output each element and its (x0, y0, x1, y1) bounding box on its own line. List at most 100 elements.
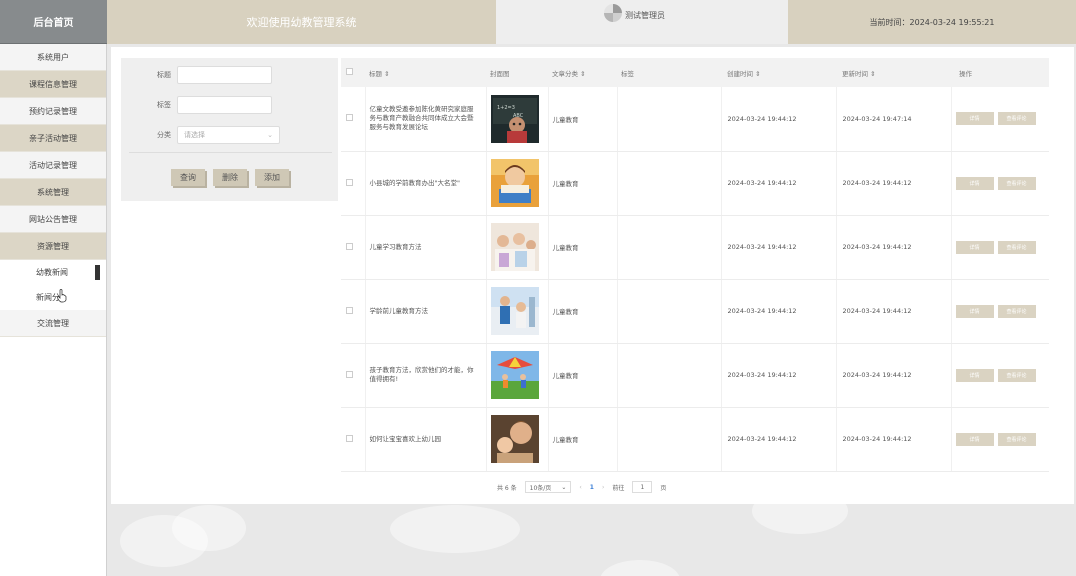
sidebar-subitem-news[interactable]: 幼教新闻 (0, 260, 106, 285)
current-time-text: 当前时间：2024-03-24 19:55:21 (869, 17, 995, 27)
row-title: 儿童学习教育方法 (365, 215, 487, 280)
user-info[interactable]: 测试管理员 (496, 0, 788, 44)
filter-tag-label: 标签 (157, 101, 171, 109)
sidebar-item-label: 系统用户 (37, 52, 69, 62)
view-comments-button[interactable]: 查看评论 (997, 240, 1036, 254)
top-bar: 后台首页 欢迎使用幼教管理系统 测试管理员 当前时间：2024-03-24 19… (0, 0, 1076, 44)
table-row: 如何让宝宝喜欢上幼儿园 儿童教育 2024-03-24 19:44:12 202… (341, 407, 1049, 472)
view-comments-button[interactable]: 查看评论 (997, 368, 1036, 382)
cover-image[interactable] (490, 159, 539, 207)
row-updated: 2024-03-24 19:44:12 (836, 151, 952, 216)
row-created: 2024-03-24 19:44:12 (721, 215, 837, 280)
page-size-select[interactable]: 10条/页 ⌄ (524, 481, 572, 493)
detail-button[interactable]: 详情 (955, 112, 994, 126)
avatar (604, 4, 622, 22)
sidebar-item-label: 亲子活动管理 (29, 133, 77, 143)
sidebar-item-label: 资源管理 (37, 241, 69, 251)
sidebar-item-communication[interactable]: 交流管理 (0, 310, 106, 337)
cover-image[interactable]: 1+2=3 ABC (490, 94, 539, 143)
sidebar-item-label: 活动记录管理 (29, 160, 77, 170)
row-created: 2024-03-24 19:44:12 (721, 407, 837, 472)
row-title: 孩子教育方法，欣赏他们的才能，你值得拥有! (365, 343, 487, 408)
sidebar-item-label: 交流管理 (37, 318, 69, 328)
delete-button[interactable]: 删除 (213, 169, 247, 186)
table-header-row: 标题 ⇕ 封面图 文章分类 ⇕ 标签 创建时间 ⇕ 更新时间 ⇕ 操作 (341, 58, 1049, 87)
category-select[interactable]: 请选择 ⌄ (177, 126, 280, 144)
add-button[interactable]: 添加 (255, 169, 289, 186)
header-tags: 标签 (617, 58, 721, 87)
page-number-current[interactable]: 1 (590, 484, 594, 491)
row-checkbox[interactable] (346, 242, 353, 250)
row-category: 儿童教育 (548, 87, 618, 152)
sidebar-item-family-activities[interactable]: 亲子活动管理 (0, 125, 106, 152)
row-tags (617, 407, 722, 472)
sidebar-item-activity-records[interactable]: 活动记录管理 (0, 152, 106, 179)
cover-image[interactable] (490, 415, 539, 463)
header-category[interactable]: 文章分类 ⇕ (548, 58, 617, 87)
row-title: 学龄前儿童教育方法 (365, 279, 487, 344)
prev-page-button[interactable]: ‹ (579, 484, 581, 491)
sidebar-item-announcements[interactable]: 网站公告管理 (0, 206, 106, 233)
title-input[interactable] (177, 66, 272, 84)
sidebar: 系统用户 课程信息管理 预约记录管理 亲子活动管理 活动记录管理 系统管理 网站… (0, 44, 107, 576)
page-unit-label: 页 (660, 484, 667, 492)
row-tags (617, 279, 722, 344)
sidebar-item-system-users[interactable]: 系统用户 (0, 44, 106, 71)
page-size-value: 10条/页 (529, 484, 552, 492)
sidebar-subitem-news-category[interactable]: 新闻分 (0, 285, 106, 310)
content-card: 标题 标签 分类 请选择 ⌄ 查询 删除 添加 标题 ⇕ 封面图 文章分类 ⇕ … (111, 47, 1074, 504)
table-row: 学龄前儿童教育方法 儿童教育 2024-03-24 19:44:12 2024-… (341, 279, 1049, 344)
cover-image[interactable] (490, 287, 539, 335)
welcome-text: 欢迎使用幼教管理系统 (246, 16, 357, 29)
chevron-down-icon: ⌄ (561, 483, 567, 491)
row-checkbox[interactable] (346, 306, 353, 314)
row-checkbox[interactable] (346, 370, 353, 378)
row-created: 2024-03-24 19:44:12 (721, 343, 837, 408)
view-comments-button[interactable]: 查看评论 (997, 112, 1036, 126)
filter-category-row: 分类 请选择 ⌄ (121, 125, 280, 145)
detail-button[interactable]: 详情 (955, 176, 994, 190)
home-button-label: 后台首页 (33, 18, 74, 29)
row-checkbox[interactable] (346, 434, 353, 442)
cover-image[interactable] (490, 351, 539, 399)
welcome-banner: 欢迎使用幼教管理系统 (107, 0, 496, 44)
header-title[interactable]: 标题 ⇕ (365, 58, 486, 87)
detail-button[interactable]: 详情 (955, 432, 994, 446)
sidebar-menu: 系统用户 课程信息管理 预约记录管理 亲子活动管理 活动记录管理 系统管理 网站… (0, 44, 106, 337)
header-updated[interactable]: 更新时间 ⇕ (836, 58, 951, 87)
view-comments-button[interactable]: 查看评论 (997, 304, 1036, 318)
detail-button[interactable]: 详情 (955, 240, 994, 254)
filter-category-label: 分类 (157, 131, 171, 139)
sidebar-item-label: 网站公告管理 (29, 214, 77, 224)
row-tags (617, 215, 722, 280)
row-checkbox[interactable] (346, 178, 353, 186)
detail-button[interactable]: 详情 (955, 304, 994, 318)
row-checkbox[interactable] (346, 114, 353, 122)
cover-image[interactable] (490, 223, 539, 271)
row-category: 儿童教育 (548, 279, 618, 344)
goto-label: 前往 (612, 484, 625, 492)
sidebar-item-course-info[interactable]: 课程信息管理 (0, 71, 106, 98)
row-updated: 2024-03-24 19:44:12 (836, 215, 952, 280)
view-comments-button[interactable]: 查看评论 (997, 176, 1036, 190)
detail-button[interactable]: 详情 (955, 368, 994, 382)
row-updated: 2024-03-24 19:44:12 (836, 407, 952, 472)
filter-title-row: 标题 (121, 65, 272, 85)
row-tags (617, 87, 722, 152)
search-button[interactable]: 查询 (171, 169, 205, 186)
hand-cursor-icon (57, 289, 67, 303)
pagination-total: 共 6 条 (497, 484, 517, 492)
next-page-button[interactable]: › (602, 484, 604, 491)
goto-page-input[interactable]: 1 (632, 481, 653, 493)
home-button[interactable]: 后台首页 (0, 0, 107, 44)
view-comments-button[interactable]: 查看评论 (997, 432, 1036, 446)
row-title: 小县城的学前教育办出"大名堂" (365, 151, 487, 216)
pagination: 共 6 条 10条/页 ⌄ ‹ 1 › 前往 1 页 (497, 481, 666, 493)
sidebar-item-booking-records[interactable]: 预约记录管理 (0, 98, 106, 125)
category-select-placeholder: 请选择 (184, 131, 205, 139)
select-all-checkbox[interactable] (346, 68, 353, 75)
sidebar-item-system-management[interactable]: 系统管理 (0, 179, 106, 206)
header-created[interactable]: 创建时间 ⇕ (721, 58, 836, 87)
sidebar-item-resources[interactable]: 资源管理 (0, 233, 106, 260)
tag-input[interactable] (177, 96, 272, 114)
